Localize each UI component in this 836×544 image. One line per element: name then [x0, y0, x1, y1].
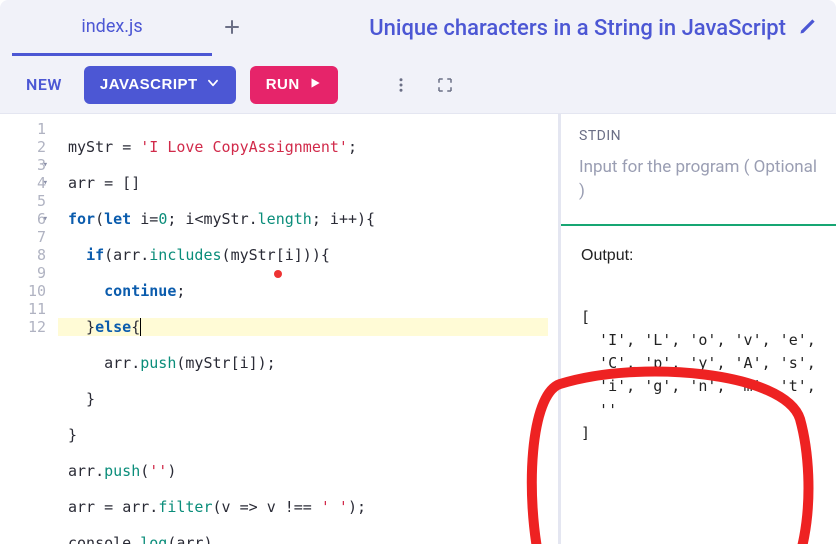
toolbar: NEW JAVASCRIPT RUN: [0, 56, 836, 114]
file-tab-label: index.js: [81, 16, 142, 37]
run-label: RUN: [266, 76, 300, 93]
output-label: Output:: [581, 244, 816, 269]
output-section: Output: [ 'I', 'L', 'o', 'v', 'e', 'C', …: [561, 226, 836, 464]
output-text: [ 'I', 'L', 'o', 'v', 'e', 'C', 'p', 'y'…: [581, 282, 816, 445]
page-title: Unique characters in a String in JavaScr…: [369, 16, 786, 41]
more-options-icon[interactable]: [386, 70, 416, 100]
play-icon: [308, 76, 322, 94]
breakpoint-marker-icon: [274, 270, 282, 278]
code-editor[interactable]: myStr = 'I Love CopyAssignment'; arr = […: [58, 114, 558, 544]
new-button[interactable]: NEW: [18, 69, 70, 100]
editor-pane: 1 2 3 4 5 6 7 8 9 10 11 12 myStr = 'I Lo…: [0, 114, 558, 544]
language-select-button[interactable]: JAVASCRIPT: [84, 66, 236, 104]
stdin-section: STDIN Input for the program ( Optional ): [561, 114, 836, 226]
main-area: 1 2 3 4 5 6 7 8 9 10 11 12 myStr = 'I Lo…: [0, 114, 836, 544]
language-label: JAVASCRIPT: [100, 76, 198, 93]
side-panel: STDIN Input for the program ( Optional )…: [558, 114, 836, 544]
tab-area: index.js: [12, 0, 240, 56]
app-root: index.js Unique characters in a String i…: [0, 0, 836, 544]
chevron-down-icon: [206, 76, 220, 94]
title-area: Unique characters in a String in JavaScr…: [240, 16, 824, 41]
add-tab-icon[interactable]: [224, 16, 240, 41]
line-number-gutter: 1 2 3 4 5 6 7 8 9 10 11 12: [0, 114, 58, 544]
run-button[interactable]: RUN: [250, 66, 338, 104]
fullscreen-icon[interactable]: [430, 70, 460, 100]
stdin-label: STDIN: [579, 128, 818, 144]
edit-title-icon[interactable]: [798, 16, 818, 40]
file-tab[interactable]: index.js: [12, 0, 212, 56]
stdin-input[interactable]: Input for the program ( Optional ): [579, 156, 818, 204]
header-bar: index.js Unique characters in a String i…: [0, 0, 836, 56]
